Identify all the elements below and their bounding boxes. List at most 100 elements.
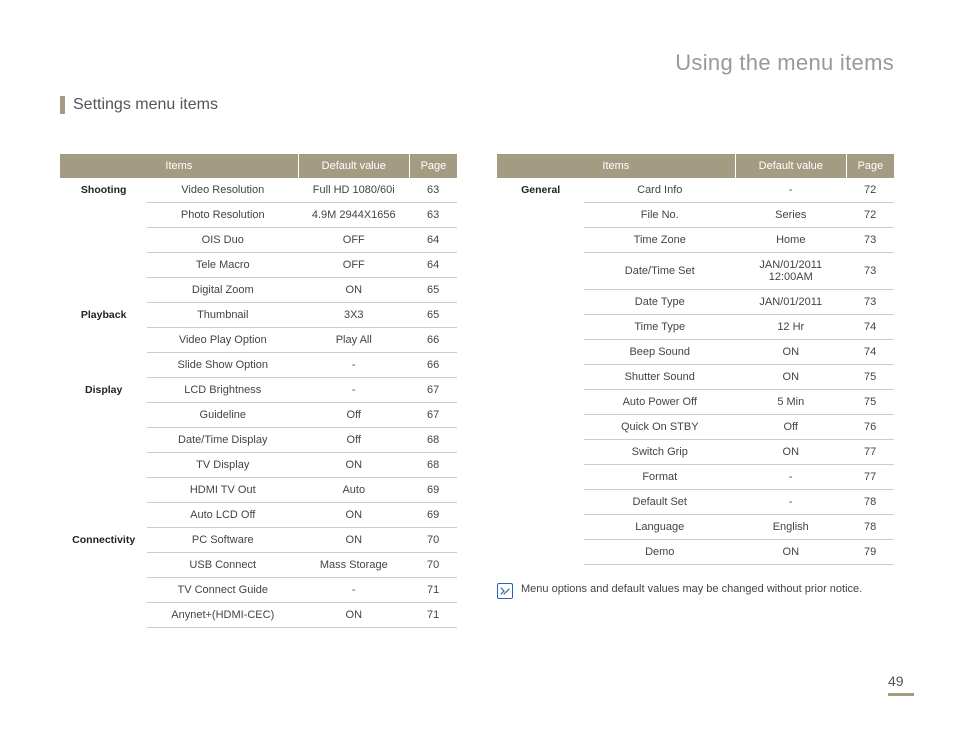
- default-cell: -: [298, 353, 409, 378]
- default-cell: Series: [735, 203, 846, 228]
- default-cell: Home: [735, 228, 846, 253]
- item-cell: OIS Duo: [147, 228, 298, 253]
- item-cell: Card Info: [584, 178, 735, 203]
- item-cell: Slide Show Option: [147, 353, 298, 378]
- item-cell: Auto LCD Off: [147, 503, 298, 528]
- default-cell: ON: [735, 365, 846, 390]
- page-cell: 77: [846, 465, 894, 490]
- default-cell: ON: [298, 278, 409, 303]
- item-cell: LCD Brightness: [147, 378, 298, 403]
- category-cell: Shooting: [60, 178, 147, 303]
- page-cell: 63: [409, 178, 457, 203]
- page-cell: 70: [409, 528, 457, 553]
- item-cell: TV Display: [147, 453, 298, 478]
- default-cell: -: [735, 178, 846, 203]
- page-cell: 70: [409, 553, 457, 578]
- item-cell: Anynet+(HDMI-CEC): [147, 603, 298, 628]
- default-cell: -: [735, 465, 846, 490]
- page-cell: 65: [409, 278, 457, 303]
- table-row: DisplayLCD Brightness-67: [60, 378, 457, 403]
- page-cell: 74: [846, 340, 894, 365]
- page-cell: 69: [409, 503, 457, 528]
- category-cell: Display: [60, 378, 147, 528]
- default-cell: English: [735, 515, 846, 540]
- page-number: 49: [888, 673, 914, 700]
- table-row: ConnectivityPC SoftwareON70: [60, 528, 457, 553]
- table-row: PlaybackThumbnail3X365: [60, 303, 457, 328]
- item-cell: Quick On STBY: [584, 415, 735, 440]
- category-cell: Playback: [60, 303, 147, 378]
- item-cell: Photo Resolution: [147, 203, 298, 228]
- note-icon: [497, 583, 513, 599]
- item-cell: PC Software: [147, 528, 298, 553]
- page-cell: 68: [409, 428, 457, 453]
- item-cell: Auto Power Off: [584, 390, 735, 415]
- default-cell: JAN/01/2011: [735, 290, 846, 315]
- right-column: Items Default value Page GeneralCard Inf…: [497, 154, 894, 628]
- default-cell: Full HD 1080/60i: [298, 178, 409, 203]
- item-cell: Language: [584, 515, 735, 540]
- item-cell: Date Type: [584, 290, 735, 315]
- item-cell: Switch Grip: [584, 440, 735, 465]
- item-cell: File No.: [584, 203, 735, 228]
- category-cell: General: [497, 178, 584, 565]
- default-cell: OFF: [298, 253, 409, 278]
- default-cell: ON: [298, 453, 409, 478]
- header-page: Page: [846, 154, 894, 178]
- default-cell: 5 Min: [735, 390, 846, 415]
- page-cell: 64: [409, 253, 457, 278]
- table-row: ShootingVideo ResolutionFull HD 1080/60i…: [60, 178, 457, 203]
- settings-table-left: Items Default value Page ShootingVideo R…: [60, 154, 457, 628]
- header-items: Items: [60, 154, 298, 178]
- note: Menu options and default values may be c…: [497, 583, 894, 599]
- default-cell: ON: [298, 603, 409, 628]
- default-cell: ON: [735, 440, 846, 465]
- default-cell: Mass Storage: [298, 553, 409, 578]
- default-cell: Play All: [298, 328, 409, 353]
- item-cell: Digital Zoom: [147, 278, 298, 303]
- default-cell: Auto: [298, 478, 409, 503]
- item-cell: Video Play Option: [147, 328, 298, 353]
- item-cell: USB Connect: [147, 553, 298, 578]
- item-cell: Time Type: [584, 315, 735, 340]
- item-cell: Thumbnail: [147, 303, 298, 328]
- default-cell: 4.9M 2944X1656: [298, 203, 409, 228]
- default-cell: JAN/01/2011 12:00AM: [735, 253, 846, 290]
- item-cell: Format: [584, 465, 735, 490]
- page-cell: 66: [409, 328, 457, 353]
- settings-table-right: Items Default value Page GeneralCard Inf…: [497, 154, 894, 565]
- item-cell: Shutter Sound: [584, 365, 735, 390]
- page-cell: 74: [846, 315, 894, 340]
- item-cell: Time Zone: [584, 228, 735, 253]
- page-cell: 72: [846, 178, 894, 203]
- table-row: GeneralCard Info-72: [497, 178, 894, 203]
- item-cell: Video Resolution: [147, 178, 298, 203]
- left-column: Items Default value Page ShootingVideo R…: [60, 154, 457, 628]
- default-cell: Off: [298, 403, 409, 428]
- item-cell: Guideline: [147, 403, 298, 428]
- page-cell: 71: [409, 603, 457, 628]
- default-cell: -: [298, 578, 409, 603]
- page-cell: 69: [409, 478, 457, 503]
- page-cell: 73: [846, 228, 894, 253]
- chapter-title: Using the menu items: [60, 50, 894, 76]
- page-cell: 67: [409, 403, 457, 428]
- page-cell: 67: [409, 378, 457, 403]
- header-default: Default value: [298, 154, 409, 178]
- default-cell: ON: [298, 528, 409, 553]
- item-cell: Demo: [584, 540, 735, 565]
- default-cell: ON: [298, 503, 409, 528]
- default-cell: ON: [735, 340, 846, 365]
- page-cell: 72: [846, 203, 894, 228]
- page-cell: 79: [846, 540, 894, 565]
- header-page: Page: [409, 154, 457, 178]
- page-cell: 73: [846, 253, 894, 290]
- page-cell: 73: [846, 290, 894, 315]
- default-cell: OFF: [298, 228, 409, 253]
- page-cell: 66: [409, 353, 457, 378]
- item-cell: Default Set: [584, 490, 735, 515]
- item-cell: Date/Time Display: [147, 428, 298, 453]
- default-cell: Off: [735, 415, 846, 440]
- header-items: Items: [497, 154, 735, 178]
- page-cell: 65: [409, 303, 457, 328]
